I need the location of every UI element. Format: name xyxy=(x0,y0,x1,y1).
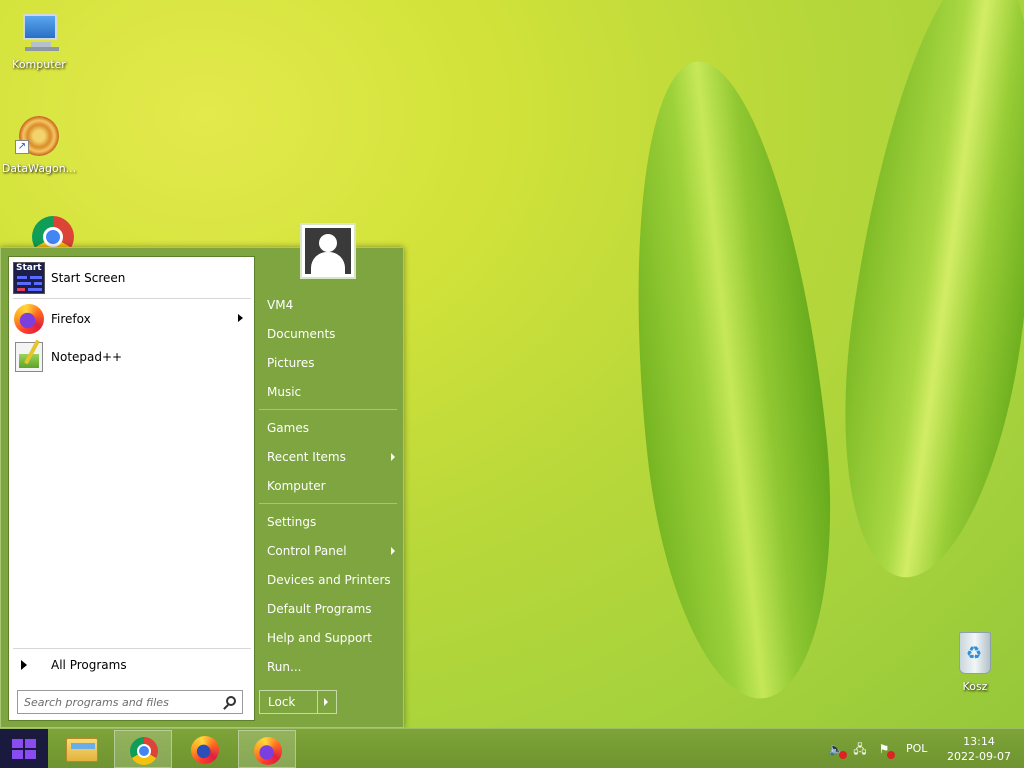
wallpaper-leaf xyxy=(817,0,1024,589)
taskbar-firefox[interactable] xyxy=(176,730,234,768)
input-language[interactable]: POL xyxy=(906,742,927,755)
places-item-label: VM4 xyxy=(267,298,294,312)
places-item-label: Recent Items xyxy=(267,450,346,464)
firefox-icon xyxy=(254,737,282,765)
computer-icon xyxy=(15,8,63,56)
start-screen-icon: Start xyxy=(13,262,45,294)
firefox-icon xyxy=(191,736,219,764)
places-item-default-programs[interactable]: Default Programs xyxy=(259,596,399,622)
start-item-start-screen[interactable]: Start Start Screen xyxy=(13,260,251,296)
places-item-label: Control Panel xyxy=(267,544,347,558)
lock-label: Lock xyxy=(260,691,318,713)
places-item-label: Devices and Printers xyxy=(267,573,391,587)
places-item-label: Help and Support xyxy=(267,631,372,645)
taskbar-chrome[interactable] xyxy=(114,730,172,768)
search-icon[interactable] xyxy=(226,696,236,706)
chrome-icon xyxy=(130,737,158,765)
lock-button[interactable]: Lock xyxy=(259,690,337,714)
start-menu-places-pane: VM4 Documents Pictures Music Games Recen… xyxy=(257,248,403,726)
places-item-documents[interactable]: Documents xyxy=(259,321,399,347)
desktop-icon-komputer[interactable]: Komputer xyxy=(0,8,78,71)
places-item-label: Komputer xyxy=(267,479,326,493)
action-center-flag-icon[interactable]: ⚑ xyxy=(876,742,895,759)
datawagon-icon: ↗ xyxy=(15,112,63,160)
all-programs-button[interactable]: All Programs xyxy=(13,652,251,678)
desktop-icon-label: Komputer xyxy=(12,58,66,71)
start-menu-programs-pane: Start Start Screen Firefox Notepad++ All… xyxy=(8,256,255,721)
notepad-plus-plus-icon xyxy=(13,341,45,373)
taskbar-firefox-developer[interactable] xyxy=(238,730,296,768)
user-avatar[interactable] xyxy=(300,223,356,279)
start-menu: Start Start Screen Firefox Notepad++ All… xyxy=(0,247,404,728)
desktop-icon-label: Kosz xyxy=(962,680,988,693)
places-item-devices-and-printers[interactable]: Devices and Printers xyxy=(259,567,399,593)
submenu-arrow-icon[interactable] xyxy=(238,314,243,322)
places-item-label: Music xyxy=(267,385,302,399)
wallpaper-leaf xyxy=(607,52,853,708)
places-item-games[interactable]: Games xyxy=(259,415,399,441)
clock-time: 13:14 xyxy=(963,735,995,748)
lock-options-arrow-icon[interactable] xyxy=(324,698,328,706)
search-input[interactable] xyxy=(24,692,220,712)
desktop-icon-label: DataWagon... xyxy=(1,162,77,175)
taskbar-clock[interactable]: 13:14 2022-09-07 xyxy=(944,734,1014,764)
taskbar: 🔈 🖧 ⚑ POL 13:14 2022-09-07 xyxy=(0,728,1024,768)
firefox-icon xyxy=(13,303,45,335)
divider xyxy=(13,648,251,649)
clock-date: 2022-09-07 xyxy=(947,750,1011,763)
places-item-control-panel[interactable]: Control Panel xyxy=(259,538,399,564)
places-item-help-and-support[interactable]: Help and Support xyxy=(259,625,399,651)
divider xyxy=(259,503,397,504)
places-item-label: Run... xyxy=(267,660,302,674)
places-item-label: Pictures xyxy=(267,356,315,370)
places-item-label: Settings xyxy=(267,515,317,529)
places-item-recent-items[interactable]: Recent Items xyxy=(259,444,399,470)
submenu-arrow-icon xyxy=(391,547,395,555)
triangle-right-icon xyxy=(21,660,27,670)
places-item-vm4[interactable]: VM4 xyxy=(259,292,399,318)
places-item-run[interactable]: Run... xyxy=(259,654,399,680)
network-icon[interactable]: 🖧 xyxy=(852,742,868,756)
places-item-music[interactable]: Music xyxy=(259,379,399,405)
start-item-label: Firefox xyxy=(51,312,91,326)
places-item-settings[interactable]: Settings xyxy=(259,509,399,535)
volume-muted-icon[interactable]: 🔈 xyxy=(828,742,847,759)
start-button[interactable] xyxy=(0,729,48,768)
divider xyxy=(259,409,397,410)
windows-logo-icon xyxy=(12,739,36,759)
start-item-label: Notepad++ xyxy=(51,350,123,364)
all-programs-label: All Programs xyxy=(51,658,127,672)
start-item-firefox[interactable]: Firefox xyxy=(13,301,251,337)
shortcut-arrow-icon: ↗ xyxy=(15,140,29,154)
places-item-label: Default Programs xyxy=(267,602,372,616)
desktop-icon-datawagon[interactable]: ↗ DataWagon... xyxy=(0,112,78,175)
places-item-komputer[interactable]: Komputer xyxy=(259,473,399,499)
start-item-label: Start Screen xyxy=(51,271,126,285)
submenu-arrow-icon xyxy=(391,453,395,461)
recycle-bin-icon xyxy=(951,630,999,678)
places-item-label: Games xyxy=(267,421,309,435)
folder-icon xyxy=(66,738,98,762)
desktop-icon-recycle-bin[interactable]: Kosz xyxy=(936,630,1014,693)
places-item-label: Documents xyxy=(267,327,336,341)
search-box[interactable] xyxy=(17,690,243,714)
taskbar-file-explorer[interactable] xyxy=(52,730,110,768)
divider xyxy=(13,298,251,299)
places-item-pictures[interactable]: Pictures xyxy=(259,350,399,376)
start-item-notepad-plus-plus[interactable]: Notepad++ xyxy=(13,339,251,375)
